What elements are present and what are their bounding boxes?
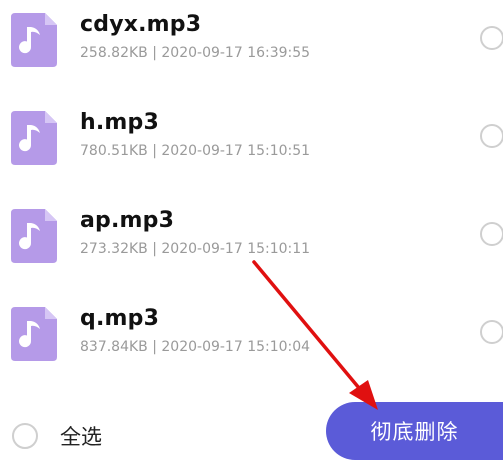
music-file-icon bbox=[11, 111, 57, 165]
file-select-radio[interactable] bbox=[480, 124, 503, 148]
music-file-icon bbox=[11, 209, 57, 263]
file-name: ap.mp3 bbox=[80, 208, 175, 233]
file-meta: 780.51KB | 2020-09-17 15:10:51 bbox=[80, 143, 311, 159]
file-list: cdyx.mp3 258.82KB | 2020-09-17 16:39:55 … bbox=[0, 0, 503, 390]
file-row[interactable]: h.mp3 780.51KB | 2020-09-17 15:10:51 bbox=[0, 88, 503, 186]
music-file-icon bbox=[11, 307, 57, 361]
file-name: cdyx.mp3 bbox=[80, 12, 202, 37]
select-all-label[interactable]: 全选 bbox=[60, 421, 102, 451]
music-file-icon bbox=[11, 13, 57, 67]
file-select-radio[interactable] bbox=[480, 26, 503, 50]
file-row[interactable]: q.mp3 837.84KB | 2020-09-17 15:10:04 bbox=[0, 284, 503, 382]
file-name: q.mp3 bbox=[80, 306, 160, 331]
permanent-delete-button[interactable]: 彻底删除 bbox=[326, 402, 503, 460]
file-meta: 273.32KB | 2020-09-17 15:10:11 bbox=[80, 241, 311, 257]
file-select-radio[interactable] bbox=[480, 320, 503, 344]
file-name: h.mp3 bbox=[80, 110, 159, 135]
file-row[interactable]: ap.mp3 273.32KB | 2020-09-17 15:10:11 bbox=[0, 186, 503, 284]
file-select-radio[interactable] bbox=[480, 222, 503, 246]
file-meta: 837.84KB | 2020-09-17 15:10:04 bbox=[80, 339, 311, 355]
bottom-action-bar: 全选 彻底删除 bbox=[0, 390, 503, 460]
file-meta: 258.82KB | 2020-09-17 16:39:55 bbox=[80, 45, 311, 61]
file-row[interactable]: cdyx.mp3 258.82KB | 2020-09-17 16:39:55 bbox=[0, 0, 503, 88]
select-all-radio[interactable] bbox=[12, 423, 38, 449]
